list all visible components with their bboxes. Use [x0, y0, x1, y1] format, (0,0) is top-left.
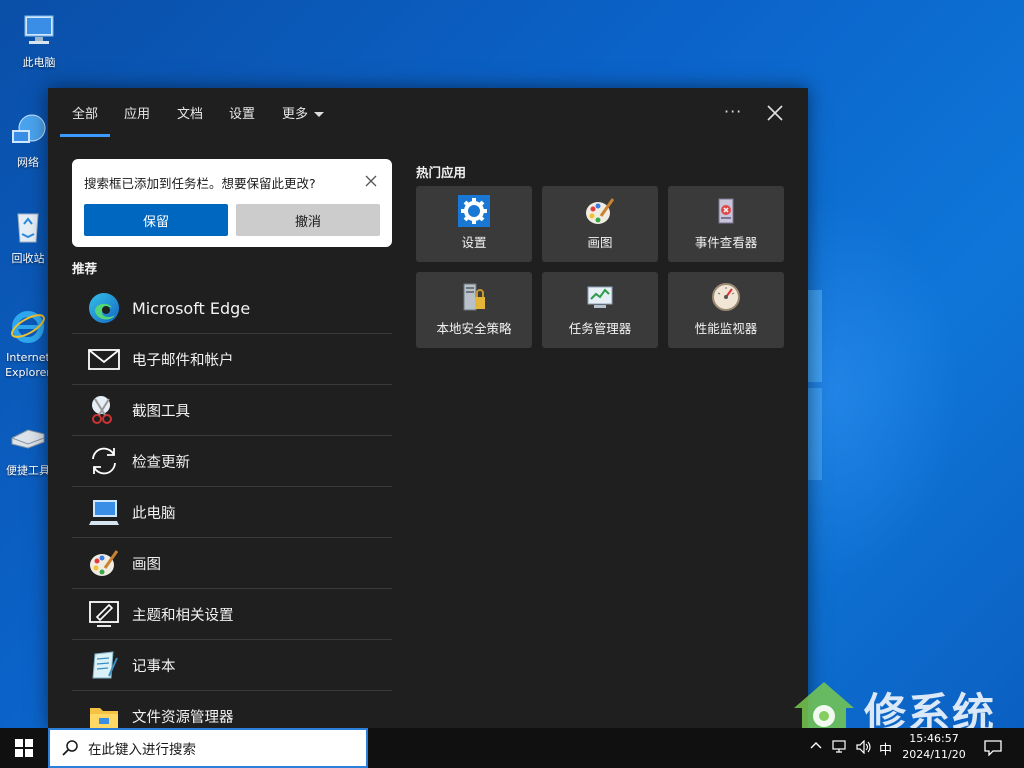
recommended-item-label: 文件资源管理器 — [132, 710, 234, 726]
notification-center-icon[interactable] — [984, 740, 1002, 759]
recommended-item-snipping-tool[interactable]: 截图工具 — [72, 385, 392, 436]
snipping-tool-icon — [86, 392, 122, 428]
recommended-item-label: Microsoft Edge — [132, 298, 251, 318]
folder-icon — [86, 699, 122, 728]
hot-app-label: 任务管理器 — [568, 321, 632, 336]
search-placeholder: 在此键入进行搜索 — [88, 742, 196, 758]
search-tabs: 全部 应用 文档 设置 更多 ··· — [48, 88, 808, 138]
gear-icon — [458, 195, 490, 227]
hot-app-settings[interactable]: 设置 — [416, 186, 532, 262]
windows-logo-icon — [15, 739, 33, 757]
notepad-icon — [86, 647, 122, 683]
volume-icon[interactable] — [856, 739, 872, 757]
computer-icon — [19, 10, 59, 50]
tab-all[interactable]: 全部 — [59, 103, 111, 137]
search-panel: 全部 应用 文档 设置 更多 ··· 搜索框已添加到任务栏。想要保留此更改? 保… — [48, 88, 808, 728]
hot-app-label: 事件查看器 — [694, 235, 758, 250]
chevron-up-icon[interactable] — [810, 740, 822, 755]
desktop-icon-label: 此电脑 — [22, 56, 56, 69]
desktop-light-beam — [808, 290, 822, 382]
recommended-item-label: 画图 — [132, 556, 161, 573]
hot-app-paint[interactable]: 画图 — [542, 186, 658, 262]
recycle-bin-icon — [8, 206, 48, 246]
update-icon — [86, 443, 122, 479]
ie-icon — [8, 306, 48, 346]
desktop-icon-label: 网络 — [17, 156, 39, 169]
drive-icon — [8, 418, 48, 458]
recommended-item-theme-settings[interactable]: 主题和相关设置 — [72, 589, 392, 640]
undo-button[interactable]: 撤消 — [236, 204, 380, 236]
paint-icon — [584, 195, 616, 227]
hot-app-performance-monitor[interactable]: 性能监视器 — [668, 272, 784, 348]
tab-documents[interactable]: 文档 — [177, 103, 203, 122]
tab-apps[interactable]: 应用 — [124, 103, 150, 122]
keep-button[interactable]: 保留 — [84, 204, 228, 236]
desktop-icon-recycle-bin[interactable]: 回收站 — [4, 206, 52, 266]
recommended-title: 推荐 — [72, 261, 98, 276]
recommended-item-label: 记事本 — [132, 658, 176, 675]
recommended-list: Microsoft Edge 电子邮件和帐户 截图工具 检查更新 此电脑 画图 … — [72, 283, 392, 728]
paint-icon — [86, 545, 122, 581]
clock-time: 15:46:57 — [909, 732, 959, 745]
hot-app-label: 本地安全策略 — [436, 321, 512, 336]
notice-text: 搜索框已添加到任务栏。想要保留此更改? — [84, 176, 316, 191]
search-icon — [62, 740, 78, 756]
hot-app-label: 性能监视器 — [694, 321, 758, 336]
ellipsis-icon[interactable]: ··· — [724, 102, 742, 121]
recommended-item-file-explorer[interactable]: 文件资源管理器 — [72, 691, 392, 728]
hot-app-label: 设置 — [461, 235, 487, 250]
recommended-item-this-pc[interactable]: 此电脑 — [72, 487, 392, 538]
hot-app-event-viewer[interactable]: 事件查看器 — [668, 186, 784, 262]
desktop-icon-label: 回收站 — [11, 252, 45, 265]
network-icon — [8, 110, 48, 150]
taskbar: 在此键入进行搜索 中 15:46:57 2024/11/20 — [0, 728, 1024, 768]
taskbar-search-box[interactable]: 在此键入进行搜索 — [48, 728, 368, 768]
performance-monitor-icon — [710, 281, 742, 313]
notice-close-icon[interactable] — [364, 173, 378, 187]
computer-icon — [86, 494, 122, 530]
edge-icon — [86, 290, 122, 326]
chevron-down-icon — [314, 112, 325, 117]
recommended-item-label: 电子邮件和帐户 — [132, 352, 234, 369]
tab-more[interactable]: 更多 — [282, 103, 325, 122]
network-status-icon[interactable] — [832, 740, 848, 757]
taskbar-search-notice: 搜索框已添加到任务栏。想要保留此更改? 保留 撤消 — [72, 159, 392, 247]
desktop-icon-tools[interactable]: 便捷工具 — [4, 418, 52, 478]
close-icon[interactable] — [766, 104, 784, 122]
recommended-item-check-updates[interactable]: 检查更新 — [72, 436, 392, 487]
mail-icon — [86, 341, 122, 377]
recommended-item-label: 检查更新 — [132, 454, 190, 471]
hot-apps-title: 热门应用 — [416, 165, 467, 180]
hot-app-local-security-policy[interactable]: 本地安全策略 — [416, 272, 532, 348]
start-button[interactable] — [0, 728, 48, 768]
recommended-item-edge[interactable]: Microsoft Edge — [72, 283, 392, 334]
ime-indicator[interactable]: 中 — [879, 739, 892, 758]
recommended-item-label: 截图工具 — [132, 403, 190, 420]
desktop-icon-network[interactable]: 网络 — [4, 110, 52, 170]
recommended-item-label: 此电脑 — [132, 505, 176, 522]
clock-date: 2024/11/20 — [902, 748, 966, 761]
desktop-icon-label: 便捷工具 — [6, 464, 50, 477]
desktop-icon-label: Internet Explorer — [5, 351, 51, 379]
desktop-icon-internet-explorer[interactable]: Internet Explorer — [4, 306, 52, 380]
recommended-item-paint[interactable]: 画图 — [72, 538, 392, 589]
recommended-item-label: 主题和相关设置 — [132, 607, 234, 624]
theme-icon — [86, 596, 122, 632]
security-policy-icon — [458, 281, 490, 313]
recommended-item-notepad[interactable]: 记事本 — [72, 640, 392, 691]
clock[interactable]: 15:46:57 2024/11/20 — [896, 731, 972, 763]
tab-settings[interactable]: 设置 — [229, 103, 255, 122]
hot-app-task-manager[interactable]: 任务管理器 — [542, 272, 658, 348]
desktop-light-beam — [808, 388, 822, 480]
desktop-icon-this-pc[interactable]: 此电脑 — [4, 10, 74, 70]
event-viewer-icon — [710, 195, 742, 227]
hot-app-label: 画图 — [587, 235, 613, 250]
task-manager-icon — [584, 281, 616, 313]
recommended-item-mail[interactable]: 电子邮件和帐户 — [72, 334, 392, 385]
